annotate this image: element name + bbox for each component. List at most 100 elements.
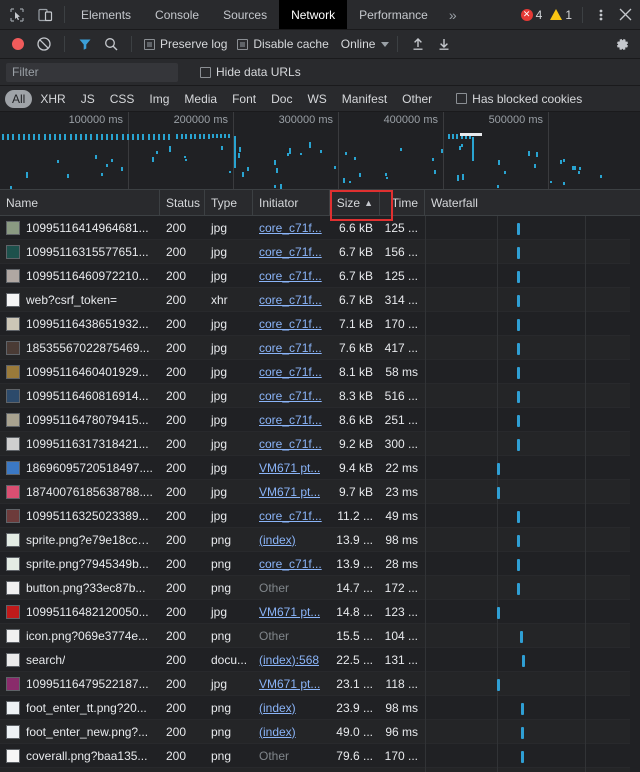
overview-request-tick [221,146,223,151]
table-row[interactable]: sprite.png?7945349b... 200 png core_c71f...… [0,551,640,576]
waterfall-gridline [425,335,426,360]
error-count-indicator[interactable]: ✕ 4 [518,8,546,22]
table-row[interactable]: icon.png?069e3774e... 200 png Other 15.5 ...… [0,623,640,648]
table-row[interactable]: 10995116315577651... 200 jpg core_c71f... 6.… [0,239,640,264]
initiator-link[interactable]: VM671 pt... [259,677,320,691]
initiator-link[interactable]: core_c71f... [259,245,322,259]
initiator-link[interactable]: VM671 pt... [259,461,320,475]
type-filter-all[interactable]: All [5,89,33,108]
type-filter-font[interactable]: Font [225,90,263,108]
hide-data-urls-checkbox[interactable]: Hide data URLs [196,65,305,79]
network-overview-timeline[interactable]: 100000 ms 200000 ms 300000 ms 400000 ms 5000… [0,112,640,190]
table-row[interactable]: 10995116460401929... 200 jpg core_c71f... 8.… [0,359,640,384]
initiator-link[interactable]: core_c71f... [259,341,322,355]
column-header-initiator[interactable]: Initiator [253,190,330,215]
table-row[interactable]: 18696095720518497.... 200 jpg VM671 pt... 9.… [0,455,640,480]
type-filter-other[interactable]: Other [395,90,439,108]
type-filter-img[interactable]: Img [142,90,176,108]
table-row[interactable]: web?csrf_token= 200 xhr core_c71f... 6.7 kB 3… [0,287,640,312]
tab-performance[interactable]: Performance [347,0,440,29]
table-row[interactable]: 10995116317318421... 200 jpg core_c71f... 9.… [0,431,640,456]
waterfall-gridline [497,215,498,240]
initiator-link[interactable]: (index) [259,533,296,547]
table-row[interactable]: button.png?33ec87b... 200 png Other 14.7 ...… [0,575,640,600]
cell-name: 18696095720518497.... [0,460,160,475]
waterfall-gridline [497,575,498,600]
disable-cache-checkbox[interactable]: Disable cache [233,37,332,51]
column-header-status[interactable]: Status [160,190,205,215]
cell-type: jpg [211,604,228,619]
filter-funnel-icon[interactable] [73,33,97,56]
table-row[interactable]: 10995116325023389... 200 jpg core_c71f... 11… [0,503,640,528]
initiator-link[interactable]: (index):568 [259,653,319,667]
search-input[interactable] [6,62,178,82]
type-filter-manifest[interactable]: Manifest [335,90,394,108]
initiator-link[interactable]: core_c71f... [259,269,322,283]
initiator-link[interactable]: (index) [259,725,296,739]
table-row[interactable]: 10995116482120050... 200 jpg VM671 pt... 14.… [0,599,640,624]
search-icon[interactable] [99,33,123,56]
tab-network[interactable]: Network [279,0,348,29]
initiator-link[interactable]: VM671 pt... [259,485,320,499]
table-row[interactable]: sprite.png?e79e18cc1... 200 png (index) 13.9… [0,527,640,552]
table-row[interactable]: 18535567022875469... 200 jpg core_c71f... 7.… [0,335,640,360]
more-tabs-button[interactable]: » [440,0,466,29]
initiator-link[interactable]: (index) [259,701,296,715]
waterfall-gridline [425,623,426,648]
initiator-link[interactable]: core_c71f... [259,413,322,427]
clear-network-log-icon[interactable] [32,33,56,56]
column-header-waterfall[interactable]: Waterfall [425,190,640,215]
type-filter-xhr[interactable]: XHR [33,90,72,108]
column-header-name[interactable]: Name [0,190,160,215]
initiator-link[interactable]: core_c71f... [259,437,322,451]
record-button-icon[interactable] [6,33,30,56]
table-row[interactable]: 18740076185638788.... 200 jpg VM671 pt... 9.… [0,479,640,504]
initiator-link[interactable]: core_c71f... [259,509,322,523]
close-icon[interactable] [614,4,636,26]
table-row[interactable]: foot_enter_new.png?... 200 png (index) 49.0 … [0,719,640,744]
initiator-link[interactable]: VM671 pt... [259,605,320,619]
type-filter-css[interactable]: CSS [103,90,142,108]
gear-icon[interactable] [610,33,634,56]
resource-thumbnail-icon [6,268,20,283]
table-row[interactable]: 10995116460816914... 200 jpg core_c71f... 8.… [0,383,640,408]
table-row[interactable]: coverall.png?baa135... 200 png Other 79.6 ..… [0,743,640,768]
throttling-select[interactable]: Online [341,37,390,51]
cell-time: 170 ... [384,748,418,763]
initiator-link[interactable]: core_c71f... [259,221,322,235]
initiator-link[interactable]: core_c71f... [259,389,322,403]
table-row[interactable]: 10995116438651932... 200 jpg core_c71f... 7.… [0,311,640,336]
type-filter-ws[interactable]: WS [300,90,333,108]
device-toolbar-icon[interactable] [34,4,56,26]
tab-console[interactable]: Console [143,0,211,29]
has-blocked-cookies-checkbox[interactable]: Has blocked cookies [452,92,586,106]
waterfall-bar [521,750,524,763]
initiator-link[interactable]: core_c71f... [259,557,322,571]
export-har-icon[interactable] [432,33,456,56]
vertical-scrollbar[interactable] [630,216,640,772]
type-filter-doc[interactable]: Doc [264,90,299,108]
initiator-link[interactable]: core_c71f... [259,317,322,331]
column-header-type[interactable]: Type [205,190,253,215]
type-filter-media[interactable]: Media [177,90,224,108]
type-filter-js[interactable]: JS [74,90,102,108]
inspect-cursor-icon[interactable] [6,4,28,26]
column-header-size[interactable]: Size ▲ [330,190,380,215]
table-row[interactable]: foot_enter_tt.png?20... 200 png (index) 23.9… [0,695,640,720]
table-row[interactable]: 10995116479522187... 200 jpg VM671 pt... 23.… [0,671,640,696]
warning-count-indicator[interactable]: 1 [547,8,575,22]
import-har-icon[interactable] [406,33,430,56]
overview-request-tick [345,152,348,155]
tab-elements[interactable]: Elements [69,0,143,29]
table-row[interactable]: 10995116460972210... 200 jpg core_c71f... 6.… [0,263,640,288]
table-row[interactable]: search/200 docu... (index):568 22.5 ... 131 … [0,647,640,672]
initiator-link[interactable]: core_c71f... [259,365,322,379]
table-row[interactable]: 10995116414964681... 200 jpg core_c71f... 6.… [0,215,640,240]
tab-sources[interactable]: Sources [211,0,279,29]
table-row[interactable]: 976bf18d6b8ba6486...206fetchVM650 co...1… [0,767,640,772]
initiator-link[interactable]: core_c71f... [259,293,322,307]
table-row[interactable]: 10995116478079415... 200 jpg core_c71f... 8.… [0,407,640,432]
more-options-icon[interactable] [590,4,612,26]
preserve-log-checkbox[interactable]: Preserve log [140,37,231,51]
column-header-time[interactable]: Time [380,190,425,215]
